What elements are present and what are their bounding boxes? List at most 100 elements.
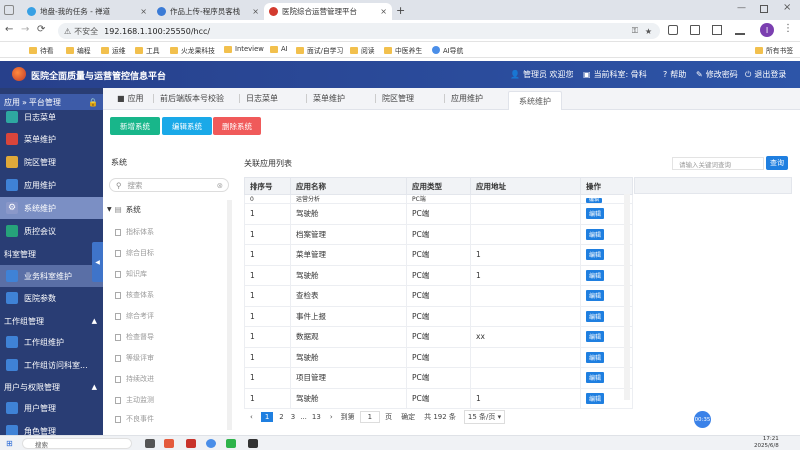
bookmark-folder[interactable]: AI bbox=[270, 45, 288, 53]
edit-button[interactable]: 编辑 bbox=[586, 269, 605, 281]
sidebar-collapse-handle[interactable]: ◀ bbox=[92, 242, 103, 282]
floating-timer-badge[interactable]: 00:35 bbox=[694, 411, 711, 428]
bookmark-folder[interactable]: 编程 bbox=[66, 45, 91, 55]
window-close-icon[interactable]: × bbox=[783, 2, 791, 13]
sidebar-item-system-maintain[interactable]: ⚙ 系统维护 bbox=[0, 197, 103, 219]
sidebar-item-app-maintain[interactable]: 应用维护 bbox=[0, 174, 103, 196]
search-button[interactable]: 查询 bbox=[766, 156, 788, 170]
bookmark-folder[interactable]: Inteview bbox=[224, 45, 264, 53]
table-row[interactable]: 1 项目管理 PC端 编辑 bbox=[244, 367, 633, 389]
back-icon[interactable]: ← bbox=[5, 24, 13, 35]
sidebar-section-user-perm[interactable]: 用户与权限管理 ▲ bbox=[0, 378, 103, 396]
col-header-name[interactable]: 应用名称 bbox=[290, 177, 407, 195]
star-icon[interactable]: ★ bbox=[645, 27, 652, 36]
logout-link[interactable]: ⏻ 退出登录 bbox=[745, 69, 786, 80]
tab-menu-maintain[interactable]: 菜单维护 bbox=[306, 93, 345, 104]
new-tab-button[interactable]: + bbox=[396, 4, 405, 17]
sidebar-item-qc-meeting[interactable]: 质控会议 bbox=[0, 220, 103, 242]
tab-app-maintain[interactable]: 应用维护 bbox=[444, 93, 483, 104]
reload-icon[interactable]: ⟳ bbox=[37, 24, 45, 35]
extension-icon[interactable] bbox=[668, 25, 678, 35]
sidebar-item-hospital-params[interactable]: 医院参数 bbox=[0, 287, 103, 309]
edit-button[interactable]: 编辑 bbox=[586, 331, 605, 343]
password-key-icon[interactable]: ⚿ bbox=[632, 26, 638, 36]
next-page-icon[interactable]: › bbox=[330, 413, 333, 421]
app-icon[interactable] bbox=[164, 439, 174, 448]
close-icon[interactable]: × bbox=[380, 7, 387, 16]
bookmark-folder[interactable]: 面试/自学习 bbox=[296, 45, 343, 55]
tree-scrollbar[interactable] bbox=[227, 200, 232, 430]
table-scrollbar[interactable] bbox=[624, 194, 630, 400]
edit-button[interactable]: 编辑 bbox=[586, 228, 605, 240]
goto-page-input[interactable]: 1 bbox=[359, 411, 381, 423]
tree-item[interactable]: 指标体系 bbox=[115, 227, 154, 237]
tree-item[interactable]: 主动监测 bbox=[115, 395, 154, 405]
bookmark-link[interactable]: AI导航 bbox=[432, 45, 463, 55]
col-header-type[interactable]: 应用类型 bbox=[406, 177, 471, 195]
tree-item[interactable]: 不良事件 bbox=[115, 414, 154, 424]
browser-tab-zentao[interactable]: 地盘-我的任务 - 禅道 × bbox=[22, 3, 152, 20]
page-link[interactable]: 13 bbox=[312, 413, 321, 421]
table-row[interactable]: 1 数据观 PC端 xx 编辑 bbox=[244, 326, 633, 348]
sidebar-item-menu-maintain[interactable]: 菜单维护 bbox=[0, 128, 103, 150]
windows-start-icon[interactable]: ⊞ bbox=[6, 439, 13, 448]
task-view-icon[interactable] bbox=[145, 439, 155, 448]
close-icon[interactable]: × bbox=[140, 7, 147, 16]
clock[interactable]: 17:21 2025/6/8 bbox=[754, 436, 779, 450]
tree-item[interactable]: 知识库 bbox=[115, 269, 147, 279]
tab-system-maintain[interactable]: 系统维护 bbox=[508, 91, 562, 110]
edit-button[interactable]: 编辑 bbox=[586, 392, 605, 404]
tab-version-check[interactable]: 前后端版本号校验 bbox=[153, 93, 224, 104]
prev-page-icon[interactable]: ‹ bbox=[250, 413, 253, 421]
tab-app[interactable]: ■ 应用 bbox=[117, 93, 144, 104]
table-row[interactable]: 1 驾驶舱 PC端 1 编辑 bbox=[244, 387, 633, 409]
tab-campus[interactable]: 院区管理 bbox=[375, 93, 414, 104]
wechat-icon[interactable] bbox=[226, 439, 236, 448]
bookmark-folder[interactable]: 待看 bbox=[29, 45, 54, 55]
tree-item[interactable]: 综合目标 bbox=[115, 248, 154, 258]
more-menu-icon[interactable]: ⋮ bbox=[783, 23, 793, 34]
edit-button[interactable]: 编辑 bbox=[586, 372, 605, 384]
tree-item[interactable]: 等级评审 bbox=[115, 353, 154, 363]
add-system-button[interactable]: 新增系统 bbox=[110, 117, 160, 135]
tab-search-icon[interactable] bbox=[4, 5, 14, 15]
table-row[interactable]: 1 驾驶舱 PC端 编辑 bbox=[244, 346, 633, 368]
edit-button[interactable]: 编辑 bbox=[586, 249, 605, 261]
help-link[interactable]: ? 帮助 bbox=[663, 69, 686, 80]
col-header-seq[interactable]: 排序号 bbox=[244, 177, 291, 195]
close-icon[interactable]: × bbox=[252, 7, 259, 16]
profile-avatar[interactable]: I bbox=[760, 23, 774, 37]
edit-button[interactable]: 编辑 bbox=[586, 208, 605, 220]
page-link[interactable]: 3 bbox=[291, 413, 295, 421]
url-field[interactable]: ⚠ 不安全 192.168.1.100:25550/hcc/ ⚿ ★ bbox=[58, 23, 660, 39]
tree-search-input[interactable]: ⚲ 搜索 ⊗ bbox=[109, 178, 229, 192]
table-row[interactable]: 0 运营分析 PC端 编辑 bbox=[244, 194, 633, 204]
tab-log-menu[interactable]: 日志菜单 bbox=[239, 93, 278, 104]
browser-tab-hospital[interactable]: 医院综合运营管理平台 × bbox=[264, 3, 392, 20]
sidebar-item-role-manage[interactable]: 角色管理 bbox=[0, 420, 103, 435]
chrome-icon[interactable] bbox=[206, 439, 216, 448]
browser-tab-upload[interactable]: 作品上传-程序员客栈 × bbox=[152, 3, 264, 20]
tree-item[interactable]: 核查体系 bbox=[115, 290, 154, 300]
change-password-link[interactable]: ✎ 修改密码 bbox=[696, 69, 738, 80]
terminal-icon[interactable] bbox=[248, 439, 258, 448]
current-dept[interactable]: ▣ 当前科室: 骨科 bbox=[583, 69, 647, 80]
tree-item[interactable]: 检查督导 bbox=[115, 332, 154, 342]
user-welcome[interactable]: 👤 管理员 欢迎您 bbox=[510, 69, 574, 80]
sidebar-section-dept[interactable]: 科室管理 bbox=[0, 245, 103, 263]
tree-item[interactable]: 综合考评 bbox=[115, 311, 154, 321]
sidebar-item-campus[interactable]: 院区管理 bbox=[0, 151, 103, 173]
bookmark-folder[interactable]: 阅读 bbox=[350, 45, 375, 55]
maximize-icon[interactable] bbox=[760, 5, 768, 13]
bookmark-folder[interactable]: 工具 bbox=[135, 45, 160, 55]
edit-button[interactable]: 编辑 bbox=[586, 290, 605, 302]
taskbar-search[interactable]: 搜索 bbox=[22, 438, 132, 449]
table-row[interactable]: 1 档案管理 PC端 编辑 bbox=[244, 223, 633, 245]
download-icon[interactable] bbox=[735, 25, 745, 35]
edit-button[interactable]: 编辑 bbox=[586, 351, 605, 363]
sidebar-item-workgroup-maintain[interactable]: 工作组维护 bbox=[0, 331, 103, 353]
page-current[interactable]: 1 bbox=[260, 412, 274, 422]
page-size-select[interactable]: 15 条/页 ▾ bbox=[463, 410, 506, 424]
col-header-url[interactable]: 应用地址 bbox=[470, 177, 581, 195]
sidebar-section-workgroup[interactable]: 工作组管理 ▲ bbox=[0, 312, 103, 330]
